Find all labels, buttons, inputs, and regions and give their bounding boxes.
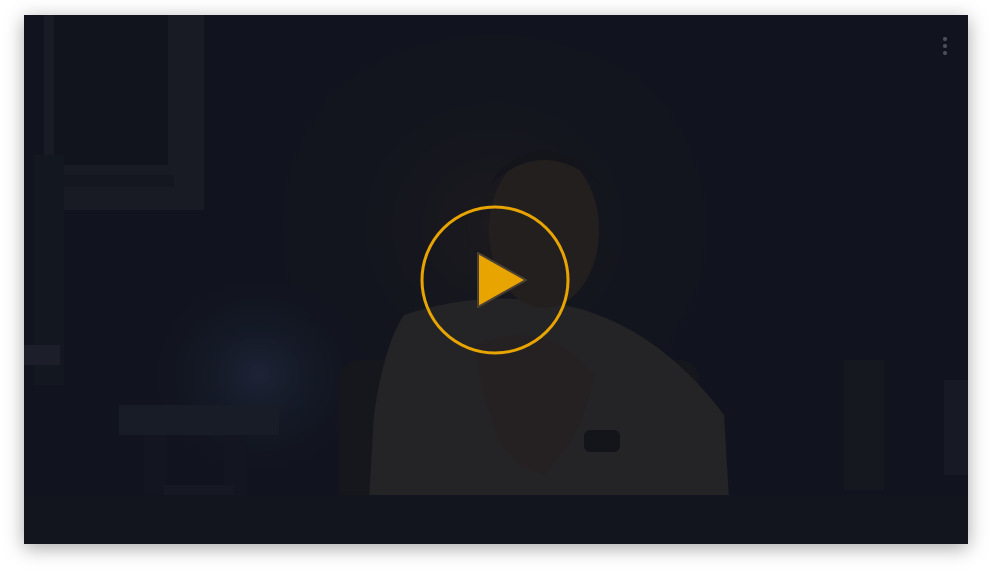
play-icon — [420, 205, 570, 355]
page — [0, 0, 992, 578]
play-button[interactable] — [420, 205, 570, 355]
video-player[interactable] — [24, 15, 968, 544]
more-vertical-icon[interactable] — [934, 35, 956, 61]
